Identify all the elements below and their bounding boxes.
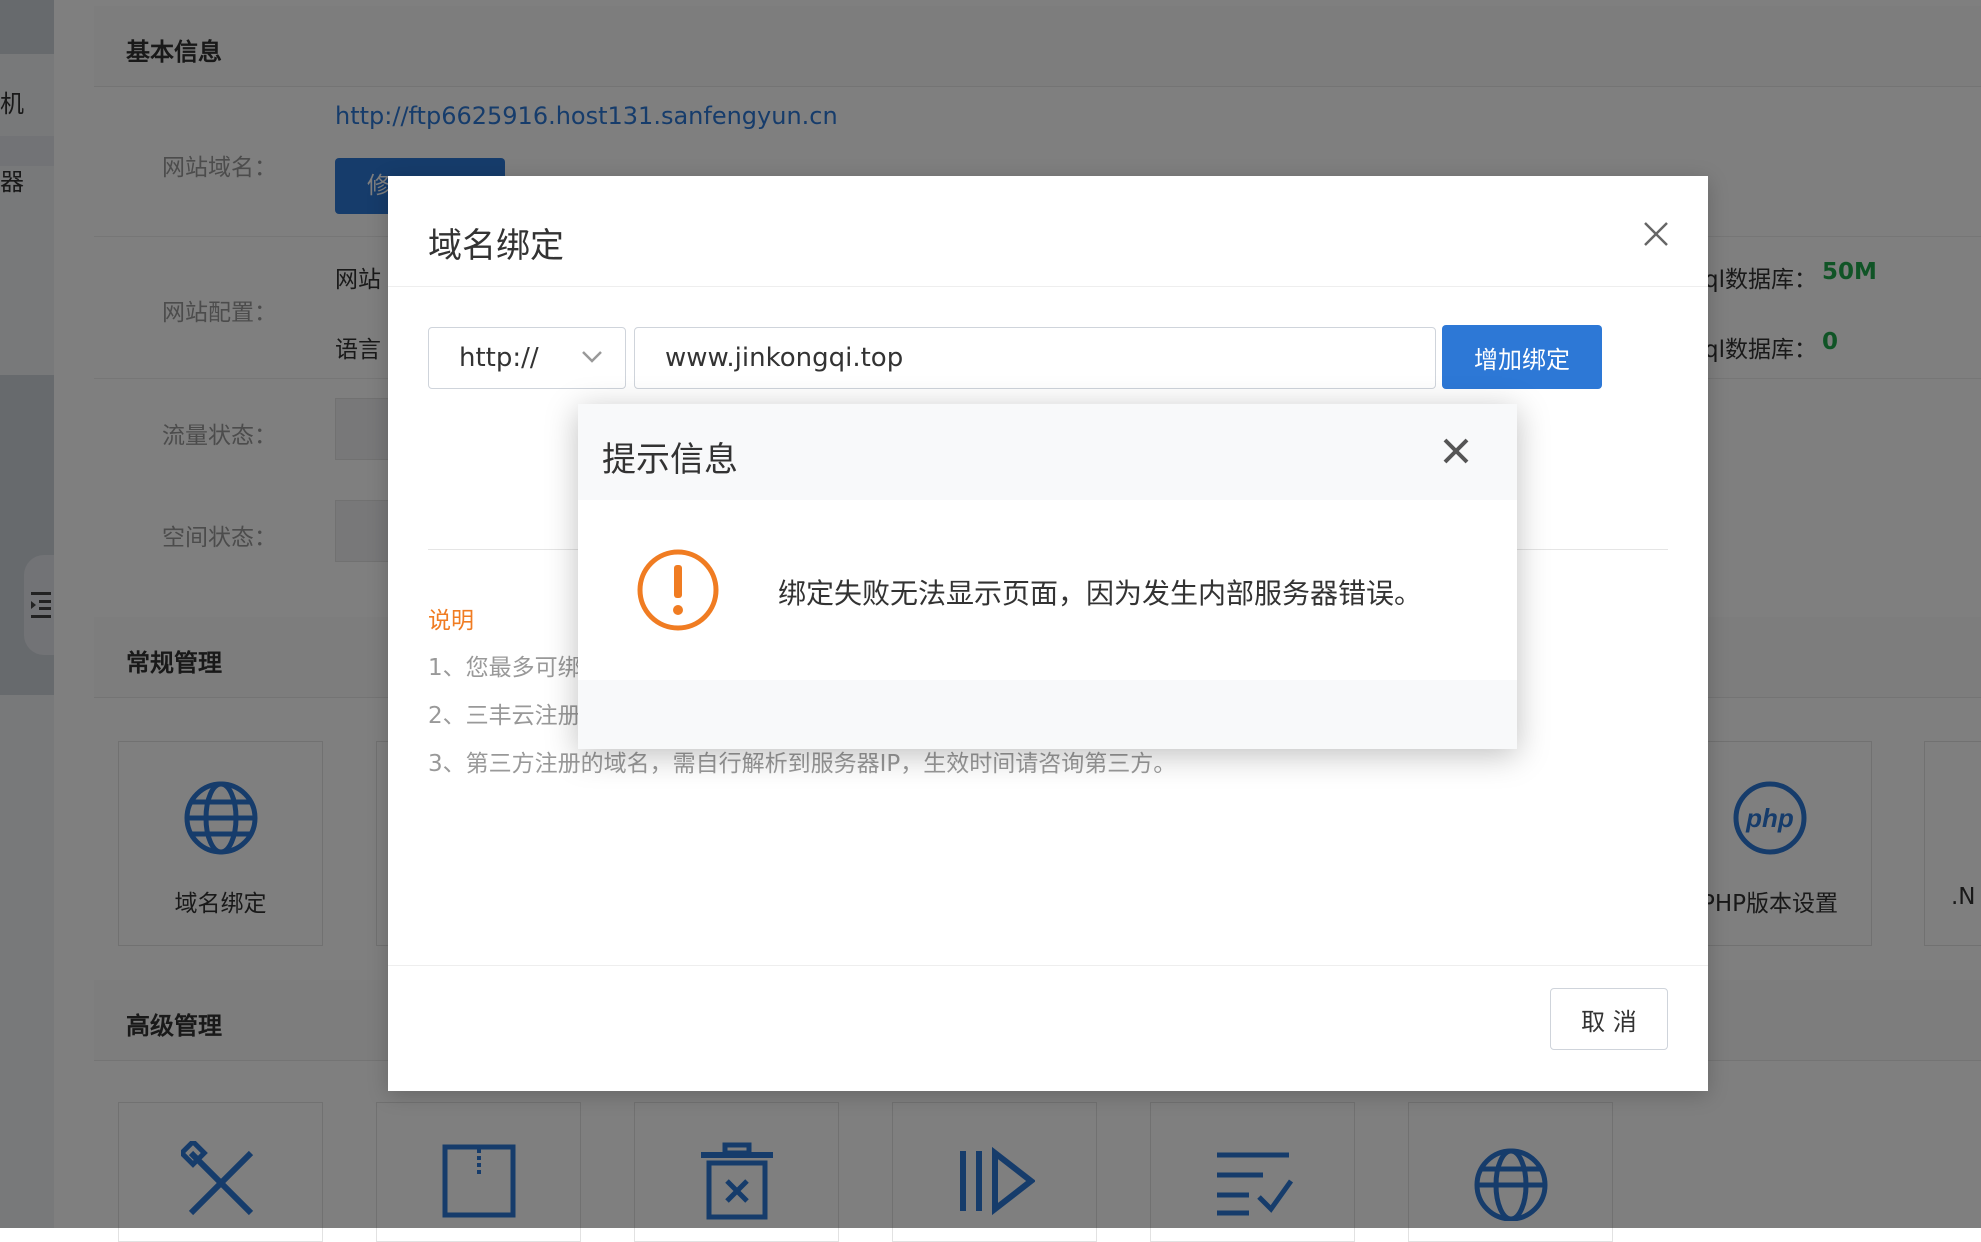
- alert-body: 绑定失败无法显示页面，因为发生内部服务器错误。: [578, 500, 1517, 680]
- alert-header: 提示信息: [578, 404, 1517, 500]
- alert-title: 提示信息: [602, 440, 738, 480]
- alert-message: 绑定失败无法显示页面，因为发生内部服务器错误。: [778, 577, 1423, 610]
- alert-dialog: 提示信息 绑定失败无法显示页面，因为发生内部服务器错误。: [578, 404, 1517, 749]
- close-icon[interactable]: [1441, 436, 1471, 466]
- warning-icon: [637, 549, 719, 631]
- alert-footer: [578, 680, 1517, 749]
